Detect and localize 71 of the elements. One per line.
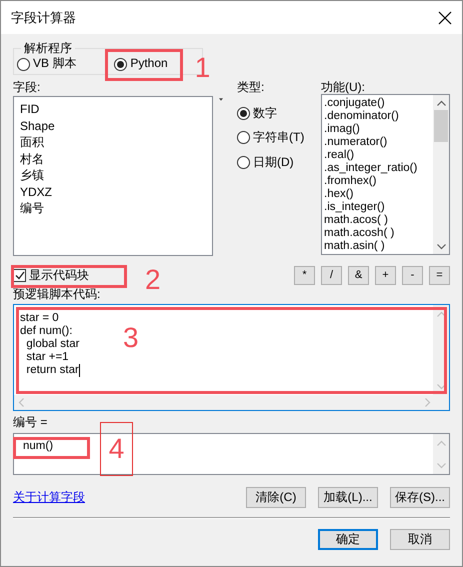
section-label: 预逻辑脚本代码: bbox=[13, 288, 102, 302]
field-list-item[interactable]: 乡镇 bbox=[20, 167, 206, 184]
scroll-right-icon bbox=[425, 398, 431, 408]
radio-button[interactable] bbox=[17, 58, 30, 70]
scrollbar[interactable] bbox=[433, 434, 449, 474]
radio-button[interactable] bbox=[114, 58, 128, 70]
scrollbar[interactable] bbox=[14, 395, 449, 410]
radio-label: 数字 bbox=[253, 107, 277, 120]
scroll-down-icon bbox=[436, 384, 446, 390]
function-list-item[interactable]: math.asin( ) bbox=[324, 240, 431, 254]
section-label: 功能(U): bbox=[321, 81, 366, 94]
checkmark-icon bbox=[14, 271, 24, 280]
operator-button[interactable]: + bbox=[375, 266, 396, 286]
expression-text: num() bbox=[22, 438, 54, 454]
operator-button[interactable]: & bbox=[348, 266, 369, 286]
annotation-number: 1 bbox=[194, 54, 210, 82]
function-list-item[interactable]: math.acos( ) bbox=[324, 214, 431, 228]
operator-button[interactable]: * bbox=[294, 266, 315, 286]
field-list-item[interactable]: 村名 bbox=[20, 150, 206, 168]
radio-button[interactable] bbox=[237, 131, 250, 144]
scroll-down-icon bbox=[436, 244, 446, 250]
radio-button[interactable] bbox=[237, 156, 250, 169]
scrollbar-thumb[interactable] bbox=[434, 110, 448, 142]
dialog-button[interactable]: 取消 bbox=[390, 528, 450, 550]
function-list-item[interactable]: .fromhex() bbox=[324, 175, 431, 188]
section-label: 编号 = bbox=[13, 416, 48, 430]
scroll-up-icon bbox=[436, 100, 446, 106]
operator-button[interactable]: / bbox=[321, 266, 342, 286]
dialog-button[interactable]: 确定 bbox=[318, 528, 378, 550]
function-list-item[interactable]: math.acosh( ) bbox=[324, 227, 431, 240]
field-list-item[interactable]: FID bbox=[20, 101, 206, 118]
function-list-item[interactable]: .hex() bbox=[324, 188, 431, 202]
section-label: 字段: bbox=[13, 81, 42, 94]
annotation-number: 2 bbox=[145, 266, 161, 294]
radio-label: VB 脚本 bbox=[33, 57, 76, 71]
function-list-item[interactable]: .imag() bbox=[324, 123, 431, 136]
checkbox-label: 显示代码块 bbox=[29, 269, 89, 282]
dropdown-arrow-icon bbox=[219, 98, 223, 101]
close-button[interactable] bbox=[438, 10, 452, 24]
field-list-item[interactable]: 面积 bbox=[20, 134, 206, 151]
field-list-item[interactable]: 编号 bbox=[20, 200, 206, 217]
function-list-item[interactable]: .denominator() bbox=[324, 110, 431, 124]
radio-label: 日期(D) bbox=[253, 156, 294, 169]
operator-button[interactable]: = bbox=[429, 266, 450, 286]
section-label: 类型: bbox=[237, 81, 266, 94]
action-button[interactable]: 清除(C) bbox=[246, 486, 306, 508]
scroll-up-icon bbox=[436, 440, 446, 446]
function-list-item[interactable]: .is_integer() bbox=[324, 201, 431, 214]
field-list-item[interactable]: Shape bbox=[20, 118, 206, 134]
radio-label: 字符串(T) bbox=[253, 131, 304, 145]
function-list-item[interactable]: .conjugate() bbox=[324, 97, 431, 110]
radio-button[interactable] bbox=[237, 107, 250, 120]
scroll-left-icon bbox=[18, 398, 24, 408]
annotation-number: 4 bbox=[108, 434, 124, 463]
group-title: 解析程序 bbox=[23, 42, 73, 54]
window-title: 字段计算器 bbox=[11, 8, 76, 27]
scroll-down-icon bbox=[436, 462, 446, 469]
close-icon bbox=[438, 10, 452, 24]
annotation-number: 3 bbox=[123, 324, 139, 352]
checkbox[interactable] bbox=[13, 269, 26, 282]
field-list-item[interactable]: YDXZ bbox=[20, 184, 206, 200]
action-button[interactable]: 保存(S)... bbox=[390, 486, 450, 508]
operator-button[interactable]: - bbox=[402, 266, 423, 286]
scrollbar[interactable] bbox=[433, 95, 449, 254]
help-link[interactable]: 关于计算字段 bbox=[13, 488, 85, 506]
radio-label: Python bbox=[130, 57, 168, 71]
function-list-item[interactable]: .as_integer_ratio() bbox=[324, 162, 431, 176]
scroll-up-icon bbox=[436, 311, 446, 318]
function-list-item[interactable]: .real() bbox=[324, 149, 431, 162]
action-button[interactable]: 加载(L)... bbox=[318, 486, 378, 508]
function-list-item[interactable]: .numerator() bbox=[324, 136, 431, 150]
